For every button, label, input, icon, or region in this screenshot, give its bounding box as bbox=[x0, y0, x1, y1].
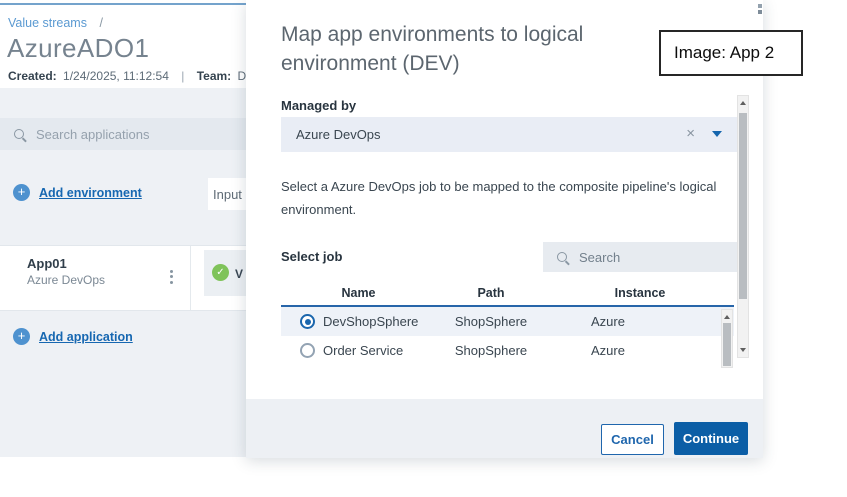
add-application-label: Add application bbox=[39, 330, 133, 344]
table-scrollbar-thumb[interactable] bbox=[723, 323, 731, 366]
scroll-down-icon[interactable] bbox=[740, 348, 746, 352]
meta-separator: | bbox=[181, 69, 184, 83]
page-top-border bbox=[0, 3, 247, 5]
select-job-label: Select job bbox=[281, 249, 342, 264]
cancel-button[interactable]: Cancel bbox=[601, 424, 664, 455]
continue-button[interactable]: Continue bbox=[674, 422, 748, 455]
search-icon bbox=[557, 252, 567, 262]
radio-selected-icon[interactable] bbox=[300, 314, 315, 329]
scroll-up-icon[interactable] bbox=[724, 315, 730, 319]
created-value: 1/24/2025, 11:12:54 bbox=[63, 69, 169, 83]
dialog-scrollbar[interactable] bbox=[737, 95, 749, 358]
breadcrumb-separator: / bbox=[99, 16, 102, 30]
job-path: ShopSphere bbox=[436, 336, 546, 365]
job-instance: Azure bbox=[546, 336, 734, 365]
clear-icon[interactable]: × bbox=[686, 126, 695, 141]
plus-icon: + bbox=[13, 184, 30, 201]
applications-search[interactable] bbox=[0, 118, 247, 150]
column-header-path: Path bbox=[436, 281, 546, 305]
kebab-menu-icon[interactable] bbox=[168, 265, 175, 288]
table-scrollbar[interactable] bbox=[721, 309, 733, 368]
table-row[interactable]: Order Service ShopSphere Azure bbox=[281, 336, 734, 365]
job-instance: Azure bbox=[546, 307, 734, 336]
dialog-description: Select a Azure DevOps job to be mapped t… bbox=[281, 175, 751, 221]
card-divider bbox=[190, 246, 191, 310]
add-application-button[interactable]: + Add application bbox=[13, 328, 133, 345]
annotation-image-label: Image: App 2 bbox=[659, 30, 803, 76]
screen: Value streams / AzureADO1 Created: 1/24/… bbox=[0, 0, 847, 497]
dialog-footer: Cancel Continue bbox=[246, 399, 763, 458]
managed-by-select[interactable]: Azure DevOps × bbox=[281, 117, 737, 152]
table-row[interactable]: DevShopSphere ShopSphere Azure bbox=[281, 307, 734, 336]
dialog-scrollbar-thumb[interactable] bbox=[739, 113, 747, 299]
job-search-input[interactable] bbox=[579, 250, 709, 265]
status-chip-label: V bbox=[235, 267, 243, 281]
scroll-up-icon[interactable] bbox=[740, 101, 746, 105]
team-label: Team: bbox=[197, 69, 231, 83]
job-name: Order Service bbox=[323, 343, 403, 358]
radio-unselected-icon[interactable] bbox=[300, 343, 315, 358]
environment-column-label: Input bbox=[213, 187, 242, 202]
job-path: ShopSphere bbox=[436, 307, 546, 336]
breadcrumb: Value streams / bbox=[8, 16, 103, 30]
page-scroll-artifact bbox=[758, 4, 762, 16]
managed-by-value: Azure DevOps bbox=[296, 127, 381, 142]
check-circle-icon: ✓ bbox=[212, 264, 229, 281]
annotation-text: Image: App 2 bbox=[674, 43, 774, 63]
breadcrumb-link-value-streams[interactable]: Value streams bbox=[8, 16, 87, 30]
chevron-down-icon[interactable] bbox=[712, 131, 722, 137]
add-environment-label: Add environment bbox=[39, 186, 142, 200]
application-type: Azure DevOps bbox=[27, 273, 105, 287]
application-name: App01 bbox=[27, 256, 67, 271]
job-search[interactable] bbox=[543, 242, 737, 272]
column-header-instance: Instance bbox=[546, 281, 734, 305]
job-table-header: Name Path Instance bbox=[281, 281, 734, 307]
job-table: Name Path Instance DevShopSphere ShopSph… bbox=[281, 281, 734, 365]
column-header-name: Name bbox=[281, 281, 436, 305]
managed-by-label: Managed by bbox=[281, 98, 356, 113]
search-icon bbox=[14, 129, 24, 139]
created-label: Created: bbox=[8, 69, 57, 83]
page-title: AzureADO1 bbox=[7, 33, 149, 64]
application-row-app01[interactable]: App01 Azure DevOps ✓ V bbox=[0, 245, 247, 311]
plus-icon: + bbox=[13, 328, 30, 345]
applications-search-input[interactable] bbox=[36, 127, 216, 142]
dialog-title: Map app environments to logical environm… bbox=[281, 20, 661, 78]
job-name: DevShopSphere bbox=[323, 314, 418, 329]
add-environment-button[interactable]: + Add environment bbox=[13, 184, 142, 201]
